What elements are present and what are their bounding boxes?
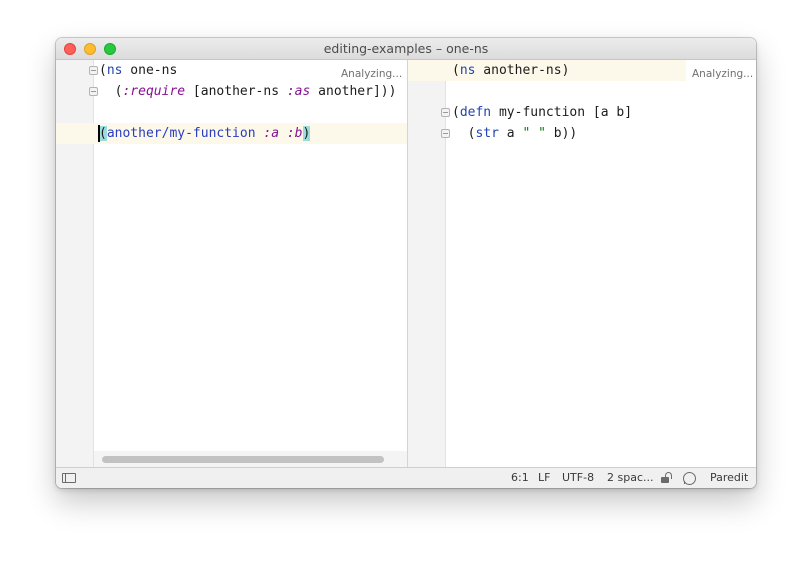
left-gutter-current-line	[56, 123, 94, 144]
code-line[interactable]: (ns one-ns	[99, 60, 177, 81]
window-title: editing-examples – one-ns	[323, 41, 489, 56]
code-line-current[interactable]: (another/my-function :a :b)	[99, 123, 311, 144]
fold-icon[interactable]	[441, 108, 450, 117]
right-gutter-current-line	[408, 60, 446, 81]
encoding-selector[interactable]: UTF-8	[562, 471, 594, 484]
indent-selector[interactable]: 2 spac...	[607, 471, 654, 484]
title-bar: editing-examples – one-ns	[56, 38, 756, 60]
code-line[interactable]: (ns another-ns)	[452, 60, 569, 81]
line-ending-selector[interactable]: LF	[538, 471, 550, 484]
scrollbar-thumb[interactable]	[102, 456, 384, 463]
code-line[interactable]: (:require [another-ns :as another]))	[99, 81, 397, 102]
code-line[interactable]: (str a " " b))	[452, 123, 578, 144]
analysis-status: Analyzing...	[341, 68, 403, 80]
caret-position[interactable]: 6:1	[511, 471, 529, 484]
horizontal-scrollbar[interactable]	[94, 451, 407, 467]
text-caret	[98, 125, 100, 142]
panel-toggle-icon[interactable]	[62, 473, 76, 483]
analysis-status: Analyzing...	[692, 68, 754, 80]
editing-mode[interactable]: Paredit	[710, 471, 748, 484]
left-gutter	[56, 60, 94, 467]
code-line[interactable]: (defn my-function [a b]	[452, 102, 632, 123]
ide-window: editing-examples – one-ns (ns one-ns (:r…	[56, 38, 756, 488]
fold-icon[interactable]	[89, 66, 98, 75]
left-editor-pane[interactable]: (ns one-ns (:require [another-ns :as ano…	[56, 60, 407, 467]
right-gutter	[408, 60, 446, 467]
fold-icon[interactable]	[441, 129, 450, 138]
status-bar: 6:1 LF UTF-8 2 spac... Paredit	[56, 467, 756, 488]
lock-icon[interactable]	[660, 472, 672, 484]
inspect-icon[interactable]	[683, 472, 696, 485]
fold-icon[interactable]	[89, 87, 98, 96]
right-editor-pane[interactable]: (ns another-ns) (defn my-function [a b] …	[407, 60, 756, 467]
